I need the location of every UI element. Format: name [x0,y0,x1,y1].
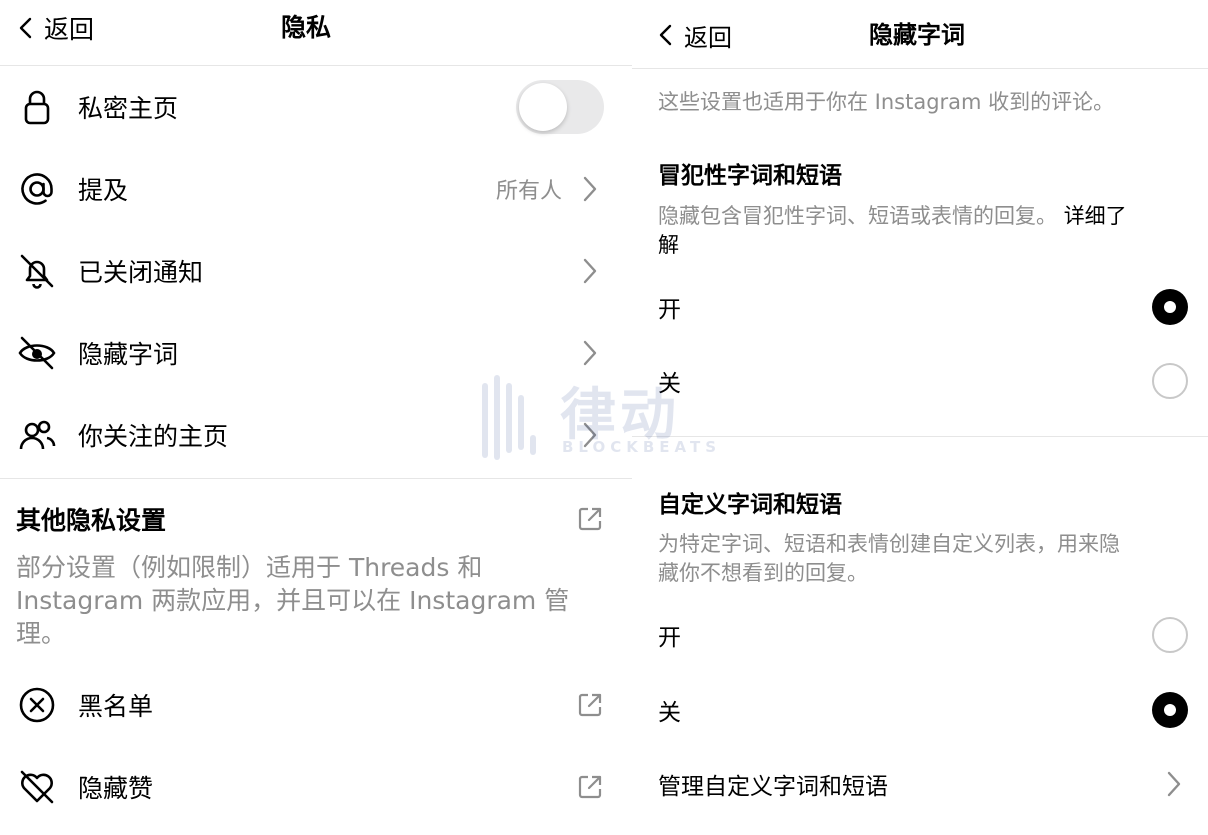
back-button[interactable]: 返回 [16,10,94,46]
mentions-value: 所有人 [495,179,562,204]
privacy-settings-panel: 返回 隐私 私密主页 提及 所有人 已关闭通知 隐藏字词 你关注的主页 其他隐私… [0,0,632,835]
custom-desc-1: 为特定字词、短语和表情创建自定义列表，用来隐 [658,532,1120,556]
option-label: 关 [658,371,681,397]
bell-off-icon [16,250,58,292]
chevron-left-icon [659,24,672,46]
private-profile-row: 私密主页 [0,66,632,148]
block-circle-x-icon [16,684,58,726]
external-link-icon [578,693,602,717]
hidden-words-panel: 返回 隐藏字词 这些设置也适用于你在 Instagram 收到的评论。 冒犯性字… [632,0,1208,835]
back-label: 返回 [684,23,732,52]
following-accounts-row[interactable]: 你关注的主页 [0,394,632,476]
manage-custom-words-row[interactable]: 管理自定义字词和短语 [632,754,1208,814]
offensive-desc: 隐藏包含冒犯性字词、短语或表情的回复。 详细了 [658,202,1188,231]
toggle-knob [519,83,567,131]
other-privacy-desc-3: 理。 [16,619,67,648]
manage-custom-words-label: 管理自定义字词和短语 [658,774,888,800]
external-link-icon [578,775,602,799]
blocked-row[interactable]: 黑名单 [0,664,632,746]
learn-more-link-cont[interactable]: 解 [658,231,1188,260]
chevron-right-icon [583,422,597,448]
chevron-right-icon [583,340,597,366]
muted-notifications-label: 已关闭通知 [78,258,204,287]
custom-desc-2: 藏你不想看到的回复。 [658,561,868,585]
back-label: 返回 [44,15,95,44]
radio-unselected[interactable] [1152,363,1188,399]
hide-likes-label: 隐藏赞 [78,774,154,803]
hide-likes-row[interactable]: 隐藏赞 [0,746,632,828]
option-label: 开 [658,297,681,323]
option-label: 开 [658,625,681,651]
intro-text: 这些设置也适用于你在 Instagram 收到的评论。 [658,90,1115,114]
at-sign-icon [16,168,58,210]
private-profile-toggle[interactable] [516,80,604,134]
hidden-words-row[interactable]: 隐藏字词 [0,312,632,394]
offensive-off-option[interactable]: 关 [632,351,1208,411]
other-privacy-desc-1: 部分设置（例如限制）适用于 Threads 和 [16,553,483,582]
heart-off-icon [16,766,58,808]
chevron-left-icon [19,17,32,39]
privacy-header: 返回 隐私 [0,0,632,66]
page-title: 隐私 [281,13,332,42]
page-title: 隐藏字词 [869,21,965,49]
custom-section-title: 自定义字词和短语 [658,492,842,518]
radio-selected[interactable] [1152,289,1188,325]
section-divider [632,436,1208,437]
offensive-desc-text: 隐藏包含冒犯性字词、短语或表情的回复。 [658,204,1057,228]
lock-icon [16,86,58,128]
section-divider [0,478,632,479]
learn-more-link-cont-text: 解 [658,233,679,257]
mentions-label: 提及 [78,176,129,205]
chevron-right-icon [1167,771,1181,797]
offensive-section-title: 冒犯性字词和短语 [658,163,842,189]
chevron-right-icon [583,176,597,202]
mentions-row[interactable]: 提及 所有人 [0,148,632,230]
back-button[interactable]: 返回 [656,17,732,53]
hidden-words-header: 返回 隐藏字词 [632,0,1208,69]
other-privacy-title: 其他隐私设置 [16,506,167,535]
radio-unselected[interactable] [1152,617,1188,653]
blocked-label: 黑名单 [78,692,154,721]
radio-selected[interactable] [1152,692,1188,728]
option-label: 关 [658,700,681,726]
custom-off-option[interactable]: 关 [632,680,1208,740]
custom-on-option[interactable]: 开 [632,605,1208,665]
hidden-words-label: 隐藏字词 [78,340,179,369]
offensive-on-option[interactable]: 开 [632,277,1208,337]
learn-more-link[interactable]: 详细了 [1064,204,1127,228]
muted-notifications-row[interactable]: 已关闭通知 [0,230,632,312]
other-privacy-desc-2: Instagram 两款应用，并且可以在 Instagram 管 [16,586,570,615]
people-icon [16,414,58,456]
external-link-icon[interactable] [576,505,604,533]
chevron-right-icon [583,258,597,284]
following-accounts-label: 你关注的主页 [78,422,229,451]
private-profile-label: 私密主页 [78,94,179,123]
eye-off-icon [16,332,58,374]
